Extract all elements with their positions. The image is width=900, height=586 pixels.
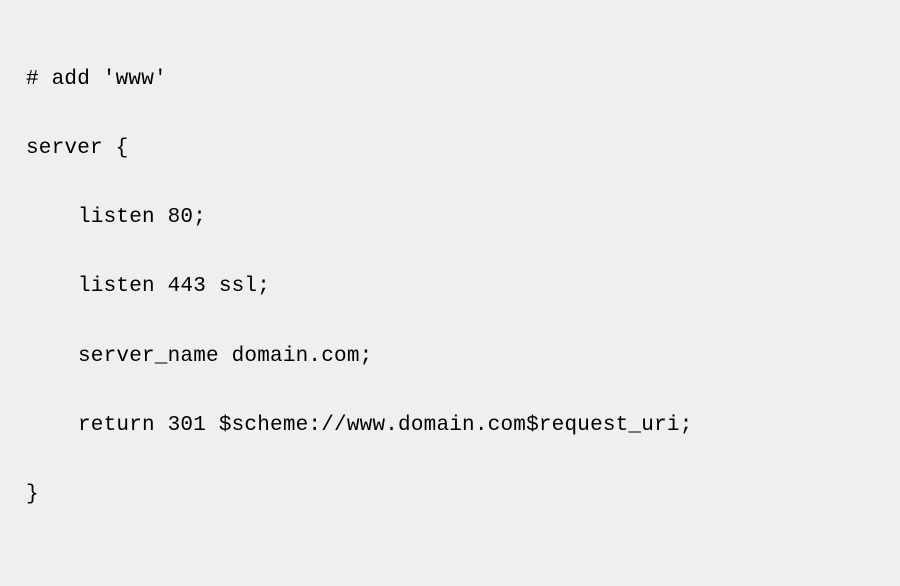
blank-line: [26, 548, 874, 583]
code-line: server_name domain.com;: [26, 340, 874, 375]
code-line: listen 80;: [26, 201, 874, 236]
code-block: # add 'www' server { listen 80; listen 4…: [0, 0, 900, 586]
code-brace-open: server {: [26, 132, 874, 167]
code-brace-close: }: [26, 478, 874, 513]
code-line: return 301 $scheme://www.domain.com$requ…: [26, 409, 874, 444]
code-comment: # add 'www': [26, 63, 874, 98]
code-line: listen 443 ssl;: [26, 270, 874, 305]
